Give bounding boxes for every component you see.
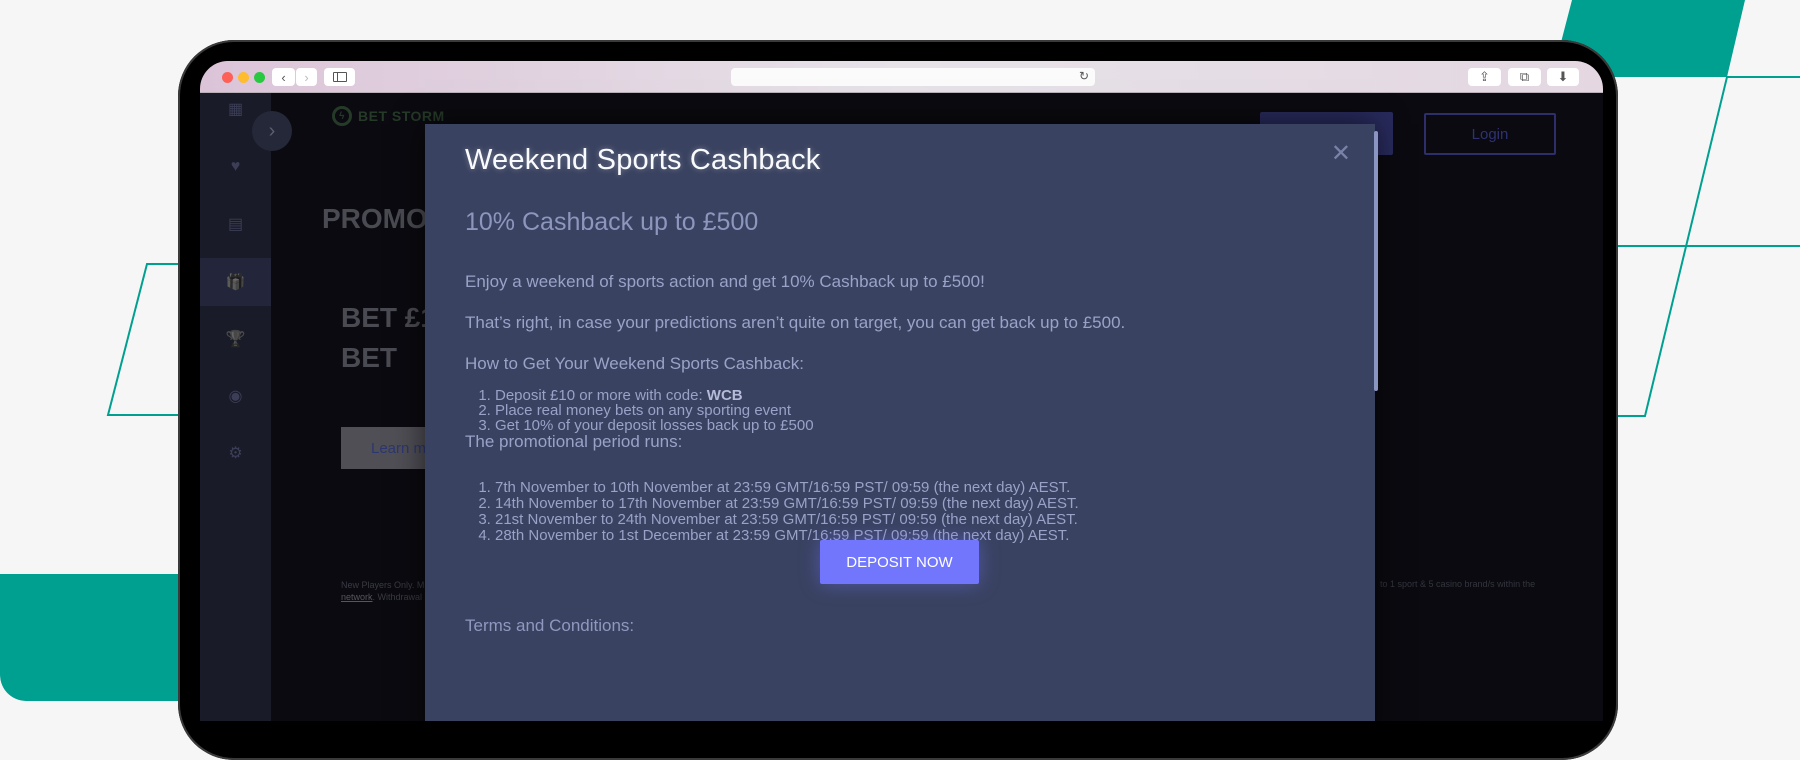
modal-subtitle: 10% Cashback up to £500 <box>465 208 759 236</box>
period-item: 7th November to 10th November at 23:59 G… <box>495 480 1079 496</box>
url-bar[interactable]: ↻ <box>731 68 1095 86</box>
browser-window: ‹ › ↻ ⇪ ⧉ ⬇ ▦ ♥ ▤ 🎁 🏆 ◉ ⚙ › ϟ BET STORM … <box>200 61 1603 721</box>
download-icon: ⬇ <box>1557 69 1569 84</box>
sidebar-toggle-button[interactable] <box>324 68 355 86</box>
share-button[interactable]: ⇪ <box>1468 68 1501 86</box>
step-item: Place real money bets on any sporting ev… <box>495 403 814 418</box>
minimize-window-button[interactable] <box>238 72 249 83</box>
reload-icon[interactable]: ↻ <box>1079 69 1089 83</box>
browser-toolbar: ‹ › ↻ ⇪ ⧉ ⬇ <box>200 61 1603 93</box>
back-button[interactable]: ‹ <box>272 68 295 86</box>
step-item: Get 10% of your deposit losses back up t… <box>495 418 814 433</box>
how-to-heading: How to Get Your Weekend Sports Cashback: <box>465 354 804 373</box>
explain-text: That’s right, in case your predictions a… <box>465 313 1126 332</box>
close-window-button[interactable] <box>222 72 233 83</box>
modal-title: Weekend Sports Cashback <box>465 144 821 176</box>
download-button[interactable]: ⬇ <box>1547 68 1579 86</box>
period-item: 21st November to 24th November at 23:59 … <box>495 512 1079 528</box>
zoom-window-button[interactable] <box>254 72 265 83</box>
share-icon: ⇪ <box>1479 69 1490 84</box>
deposit-now-button[interactable]: DEPOSIT NOW <box>820 540 979 584</box>
promo-modal: ✕ Weekend Sports Cashback 10% Cashback u… <box>425 124 1378 721</box>
betting-site: ▦ ♥ ▤ 🎁 🏆 ◉ ⚙ › ϟ BET STORM Login PROMOT… <box>200 93 1603 721</box>
forward-button[interactable]: › <box>296 68 317 86</box>
chevron-left-icon: ‹ <box>281 69 286 85</box>
period-item: 28th November to 1st December at 23:59 G… <box>495 528 1079 544</box>
close-icon[interactable]: ✕ <box>1331 142 1351 166</box>
tabs-icon: ⧉ <box>1519 69 1530 84</box>
period-heading: The promotional period runs: <box>465 432 683 451</box>
period-item: 14th November to 17th November at 23:59 … <box>495 496 1079 512</box>
chevron-right-icon: › <box>304 69 309 85</box>
modal-scrollbar[interactable] <box>1374 131 1378 391</box>
steps-list: Deposit £10 or more with code: WCB Place… <box>465 388 814 433</box>
step-item: Deposit £10 or more with code: WCB <box>495 388 814 403</box>
sidebar-icon <box>332 72 347 82</box>
intro-text: Enjoy a weekend of sports action and get… <box>465 272 985 291</box>
tabs-button[interactable]: ⧉ <box>1508 68 1541 86</box>
periods-list: 7th November to 10th November at 23:59 G… <box>465 480 1079 544</box>
terms-heading: Terms and Conditions: <box>465 616 635 635</box>
